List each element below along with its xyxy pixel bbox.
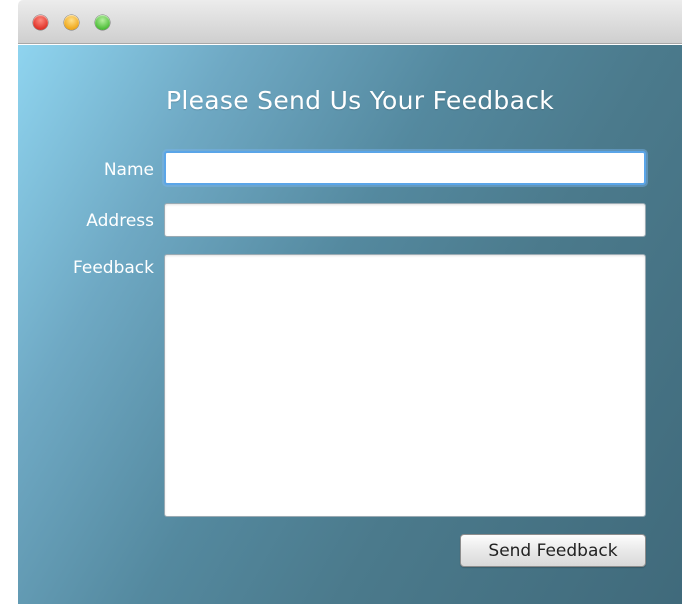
title-bar[interactable] [18, 0, 682, 44]
send-feedback-button[interactable]: Send Feedback [460, 534, 646, 567]
address-label: Address [86, 211, 154, 231]
close-window-button[interactable] [33, 15, 48, 30]
minimize-window-button[interactable] [64, 15, 79, 30]
zoom-window-button[interactable] [95, 15, 110, 30]
feedback-textarea[interactable] [164, 254, 646, 517]
feedback-form-panel: Please Send Us Your Feedback Name Addres… [18, 45, 682, 604]
address-input[interactable] [164, 203, 646, 237]
name-label: Name [103, 160, 154, 180]
name-input[interactable] [164, 151, 646, 185]
app-window: Please Send Us Your Feedback Name Addres… [18, 0, 682, 604]
form-title: Please Send Us Your Feedback [166, 86, 555, 115]
feedback-label: Feedback [73, 258, 154, 278]
